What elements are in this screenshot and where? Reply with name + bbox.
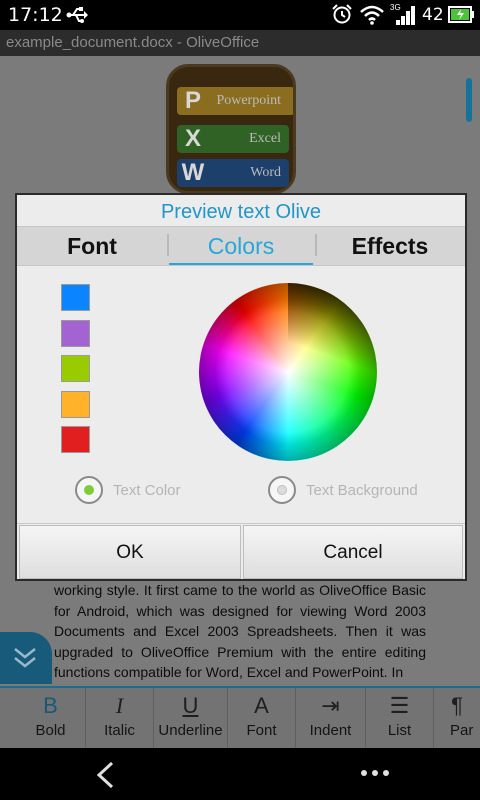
font-icon: A bbox=[254, 693, 269, 718]
underline-icon: U bbox=[182, 693, 199, 718]
cancel-button[interactable]: Cancel bbox=[243, 525, 463, 579]
bold-icon: B bbox=[43, 693, 58, 718]
usb-icon bbox=[66, 7, 88, 23]
tab-colors[interactable]: Colors bbox=[167, 227, 315, 265]
logo-letter-p: P bbox=[184, 87, 201, 114]
collapse-toolbar-button[interactable] bbox=[0, 632, 52, 684]
radio-unselected-dot bbox=[277, 485, 287, 495]
ok-button[interactable]: OK bbox=[19, 525, 241, 579]
color-wheel[interactable] bbox=[199, 283, 377, 461]
logo-name-powerpoint: Powerpoint bbox=[216, 93, 281, 108]
status-bar: 17:12 3G 42 bbox=[0, 0, 480, 30]
toolbar-list-label: List bbox=[387, 722, 412, 739]
logo-letter-x: X bbox=[184, 125, 201, 152]
toolbar-paragraph-button[interactable]: ¶ Par bbox=[434, 688, 480, 748]
overflow-menu-icon[interactable] bbox=[360, 768, 390, 778]
back-icon[interactable] bbox=[92, 760, 118, 790]
navigation-bar bbox=[0, 748, 480, 800]
oliveoffice-logo: P X W Powerpoint Excel Word bbox=[166, 64, 296, 194]
text-background-label: Text Background bbox=[306, 482, 418, 499]
text-color-radio[interactable] bbox=[75, 476, 103, 504]
wifi-icon bbox=[360, 5, 384, 25]
toolbar-list-button[interactable]: ☰ List bbox=[366, 688, 434, 748]
dialog-tabs: Font Colors Effects bbox=[17, 226, 465, 266]
color-wheel-dark-sector bbox=[288, 283, 377, 372]
list-icon: ☰ bbox=[389, 693, 410, 718]
paragraph-icon: ¶ bbox=[451, 693, 463, 718]
logo-name-excel: Excel bbox=[249, 131, 281, 146]
battery-icon bbox=[448, 6, 474, 23]
dialog-button-row: OK Cancel bbox=[17, 523, 465, 579]
toolbar-bold-label: Bold bbox=[35, 722, 66, 739]
double-chevron-down-icon bbox=[14, 648, 36, 668]
tab-effects[interactable]: Effects bbox=[315, 227, 465, 265]
toolbar-font-button[interactable]: A Font bbox=[228, 688, 296, 748]
color-swatch-purple[interactable] bbox=[61, 320, 90, 347]
toolbar-italic-button[interactable]: I Italic bbox=[86, 688, 154, 748]
indent-icon: ⇥ bbox=[321, 693, 340, 718]
document-title: example_document.docx - OliveOffice bbox=[6, 34, 260, 51]
tab-selected-indicator bbox=[169, 263, 313, 265]
toolbar-indent-button[interactable]: ⇥ Indent bbox=[296, 688, 366, 748]
tab-colors-label: Colors bbox=[207, 233, 275, 259]
color-swatch-red[interactable] bbox=[61, 426, 90, 453]
text-style-dialog: Preview text Olive Font Colors Effects T… bbox=[15, 193, 467, 581]
text-background-radio[interactable] bbox=[268, 476, 296, 504]
format-toolbar: B Bold I Italic U Underline A Font ⇥ Ind… bbox=[0, 686, 480, 748]
document-scrollbar[interactable] bbox=[466, 78, 472, 122]
toolbar-indent-label: Indent bbox=[309, 722, 352, 739]
color-swatch-orange[interactable] bbox=[61, 391, 90, 418]
tab-font[interactable]: Font bbox=[17, 227, 167, 265]
logo-name-word: Word bbox=[250, 165, 281, 180]
toolbar-font-label: Font bbox=[246, 722, 277, 739]
color-swatch-green[interactable] bbox=[61, 355, 90, 382]
logo-letter-w: W bbox=[181, 159, 205, 186]
document-paragraph[interactable]: working style. It first came to the worl… bbox=[54, 580, 426, 683]
clock: 17:12 bbox=[8, 4, 63, 26]
toolbar-italic-label: Italic bbox=[104, 722, 135, 739]
app-title-bar: example_document.docx - OliveOffice bbox=[0, 30, 480, 56]
radio-selected-dot bbox=[84, 485, 94, 495]
toolbar-underline-button[interactable]: U Underline bbox=[154, 688, 228, 748]
dialog-title: Preview text Olive bbox=[160, 201, 322, 223]
toolbar-underline-label: Underline bbox=[158, 722, 223, 739]
color-swatch-blue[interactable] bbox=[61, 284, 90, 311]
toolbar-bold-button[interactable]: B Bold bbox=[16, 688, 86, 748]
alarm-icon bbox=[332, 4, 352, 24]
text-color-label: Text Color bbox=[113, 482, 181, 499]
italic-icon: I bbox=[115, 693, 124, 718]
signal-icon bbox=[396, 6, 415, 25]
toolbar-paragraph-label: Par bbox=[450, 722, 474, 739]
battery-level: 42 bbox=[422, 5, 444, 25]
